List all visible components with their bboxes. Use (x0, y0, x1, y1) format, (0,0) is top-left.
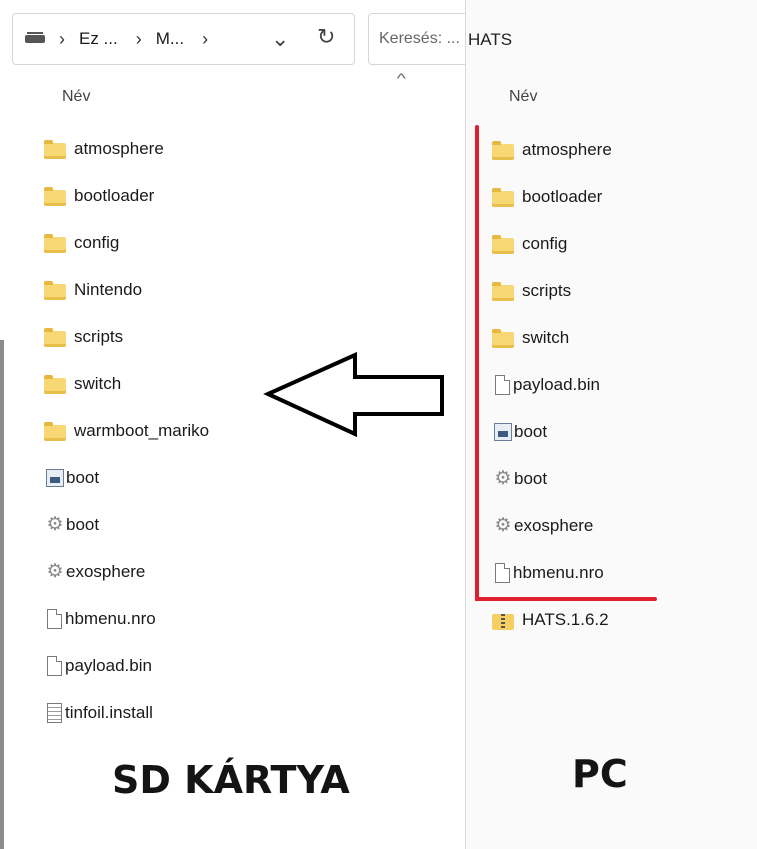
list-item[interactable]: boot (44, 463, 99, 493)
text-file-icon (47, 703, 62, 723)
list-item[interactable]: tinfoil.install (44, 698, 153, 728)
annotation-label: PC (572, 752, 628, 796)
item-name: tinfoil.install (65, 703, 153, 722)
item-name: exosphere (66, 562, 146, 581)
annotation-label: SD KÁRTYA (112, 758, 350, 802)
search-label: Keresés: ... (379, 30, 460, 47)
breadcrumb-this-pc[interactable]: Ez ... (79, 29, 118, 49)
list-item[interactable]: atmosphere (44, 134, 164, 164)
list-item[interactable]: payload.bin (44, 651, 152, 681)
list-item[interactable]: switch (44, 369, 121, 399)
list-item[interactable]: ⚙ boot (44, 510, 99, 540)
list-item[interactable]: scripts (44, 322, 123, 352)
list-item[interactable]: hbmenu.nro (44, 604, 156, 634)
scrollbar[interactable] (0, 340, 4, 849)
list-item[interactable]: config (44, 228, 119, 258)
chevron-right-icon: › (59, 28, 65, 49)
arrow-left-icon (263, 351, 444, 438)
item-name: warmboot_mariko (74, 421, 210, 440)
chevron-right-icon: › (135, 28, 142, 49)
batch-file-icon (46, 469, 64, 487)
sort-caret-icon[interactable]: ^ (397, 70, 406, 86)
breadcrumb-drive[interactable]: M... (156, 29, 184, 49)
drive-icon (25, 32, 45, 43)
item-name: boot (66, 468, 100, 487)
folder-icon (44, 281, 66, 300)
item-name: switch (74, 374, 122, 393)
folder-icon (44, 375, 66, 394)
search-term[interactable]: HATS (468, 30, 512, 50)
list-item[interactable]: bootloader (44, 181, 154, 211)
item-name: boot (66, 515, 100, 534)
right-explorer-window: Név atmosphere bootloader config scripts swi… (466, 0, 757, 849)
settings-file-icon: ⚙ (46, 514, 64, 535)
item-name: bootloader (74, 186, 155, 205)
highlight-bracket (475, 125, 657, 601)
chevron-down-icon[interactable]: ⌄ (271, 26, 289, 52)
item-name: hbmenu.nro (65, 609, 156, 628)
column-header-name[interactable]: Név (62, 88, 90, 106)
list-item[interactable]: Nintendo (44, 275, 142, 305)
item-name: payload.bin (65, 656, 152, 675)
file-icon (47, 656, 62, 676)
folder-icon (44, 234, 66, 253)
left-explorer-window: › Ez ... › M... › ⌄ ↻ Keresés: ... ^ Név… (0, 0, 466, 849)
folder-icon (44, 140, 66, 159)
file-icon (47, 609, 62, 629)
list-item[interactable]: warmboot_mariko (44, 416, 209, 446)
item-name: config (74, 233, 120, 252)
item-name: scripts (74, 327, 124, 346)
folder-icon (44, 422, 66, 441)
settings-file-icon: ⚙ (46, 561, 64, 582)
item-name: Nintendo (74, 280, 143, 299)
folder-icon (44, 328, 66, 347)
search-input[interactable]: Keresés: ... (368, 13, 466, 65)
address-bar[interactable]: › Ez ... › M... › ⌄ ↻ (12, 13, 355, 65)
folder-icon (44, 187, 66, 206)
chevron-right-icon: › (202, 28, 209, 49)
list-item[interactable]: ⚙ exosphere (44, 557, 145, 587)
refresh-icon[interactable]: ↻ (317, 24, 335, 50)
item-name: atmosphere (74, 139, 164, 158)
